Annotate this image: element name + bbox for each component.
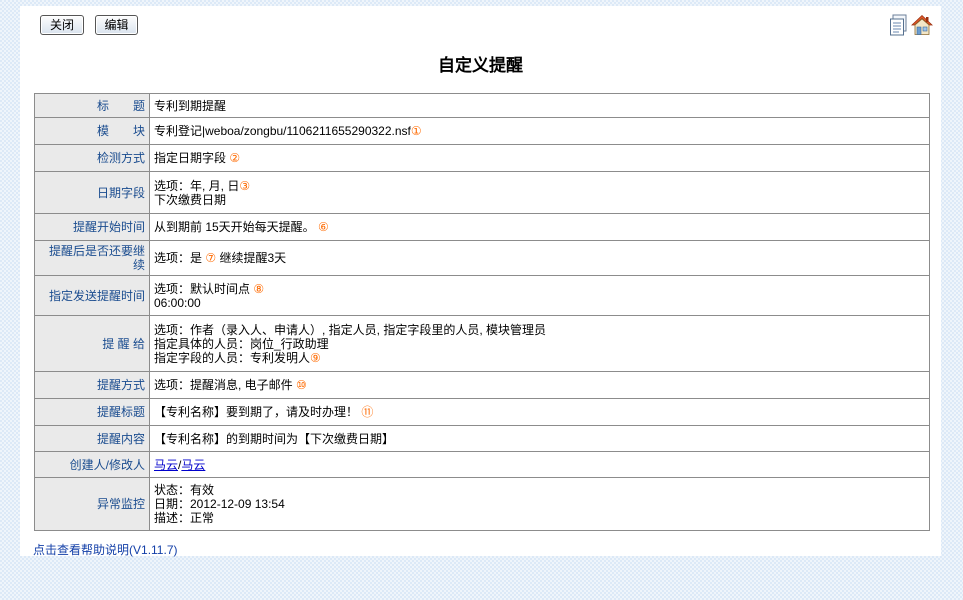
monitor-status: 状态：有效: [154, 483, 215, 497]
value-module: 专利登记|weboa/zongbu/1106211655290322.nsf①: [149, 117, 930, 145]
remind-num: ⑨: [310, 350, 321, 365]
send-time-option: 选项：默认时间点: [154, 281, 251, 296]
date-field-options: 选项：年, 月, 日: [154, 178, 240, 193]
label-monitor: 异常监控: [34, 477, 150, 531]
row-title: 标 题 专利到期提醒: [34, 93, 930, 118]
continue-num: ⑦: [205, 251, 217, 265]
label-title: 标 题: [34, 93, 150, 118]
label-method: 提醒方式: [34, 371, 150, 399]
top-right-icons: [889, 14, 933, 36]
detect-num: ②: [229, 151, 241, 165]
value-start-time: 从到期前 15天开始每天提醒。 ⑥: [149, 213, 930, 241]
value-continue: 选项：是 ⑦ 继续提醒3天: [149, 240, 930, 276]
send-time-num: ⑧: [253, 281, 265, 296]
value-send-time: 选项：默认时间点 ⑧ 06:00:00: [149, 275, 930, 316]
value-remind-to: 选项：作者（录入人、申请人）, 指定人员, 指定字段里的人员, 模块管理员 指定…: [149, 315, 930, 372]
module-text: 专利登记|weboa/zongbu/1106211655290322.nsf: [154, 124, 411, 138]
value-content: 【专利名称】的到期时间为【下次缴费日期】: [149, 425, 930, 452]
detect-text: 指定日期字段: [154, 151, 227, 165]
row-monitor: 异常监控 状态：有效 日期：2012-12-09 13:54 描述：正常: [34, 477, 930, 531]
remind-field-people: 指定字段的人员：专利发明人: [154, 350, 311, 365]
value-detect: 指定日期字段 ②: [149, 144, 930, 172]
version-text: (V1.11.7): [129, 543, 178, 557]
remind-options: 选项：作者（录入人、申请人）, 指定人员, 指定字段里的人员, 模块管理员: [154, 322, 547, 337]
row-method: 提醒方式 选项：提醒消息, 电子邮件 ⑩: [34, 371, 930, 399]
detail-table: 标 题 专利到期提醒 模 块 专利登记|weboa/zongbu/1106211…: [34, 93, 930, 531]
label-date-field: 日期字段: [34, 171, 150, 214]
row-date-field: 日期字段 选项：年, 月, 日③ 下次缴费日期: [34, 171, 930, 214]
page-title: 自定义提醒: [438, 56, 523, 75]
subject-text: 【专利名称】要到期了，请及时办理！: [154, 405, 359, 419]
date-field-num: ③: [239, 178, 251, 193]
value-monitor: 状态：有效 日期：2012-12-09 13:54 描述：正常: [149, 477, 930, 531]
row-subject: 提醒标题 【专利名称】要到期了，请及时办理！ ⑪: [34, 398, 930, 426]
monitor-date: 日期：2012-12-09 13:54: [154, 497, 285, 511]
creator-link[interactable]: 马云: [154, 458, 178, 472]
row-content: 提醒内容 【专利名称】的到期时间为【下次缴费日期】: [34, 425, 930, 452]
close-button[interactable]: 关闭: [40, 15, 84, 35]
home-icon[interactable]: [911, 14, 933, 36]
help-link[interactable]: 点击查看帮助说明(V1.11.7): [33, 541, 177, 558]
module-num: ①: [410, 124, 422, 138]
start-time-num: ⑥: [318, 220, 329, 234]
date-field-name: 下次缴费日期: [154, 192, 227, 207]
method-text: 选项：提醒消息, 电子邮件: [154, 378, 293, 392]
document-icon[interactable]: [889, 14, 909, 36]
value-method: 选项：提醒消息, 电子邮件 ⑩: [149, 371, 930, 399]
row-detect: 检测方式 指定日期字段 ②: [34, 144, 930, 172]
label-continue: 提醒后是否还要继续: [34, 240, 150, 276]
subject-num: ⑪: [361, 405, 374, 419]
main-panel: 关闭 编辑 自定义提醒 标 题 专利到期提醒 模 块 专利登记|weboa/zo…: [20, 6, 941, 558]
modifier-link[interactable]: 马云: [181, 458, 205, 472]
row-start-time: 提醒开始时间 从到期前 15天开始每天提醒。 ⑥: [34, 213, 930, 241]
value-title: 专利到期提醒: [149, 93, 930, 118]
value-subject: 【专利名称】要到期了，请及时办理！ ⑪: [149, 398, 930, 426]
row-send-time: 指定发送提醒时间 选项：默认时间点 ⑧ 06:00:00: [34, 275, 930, 316]
label-subject: 提醒标题: [34, 398, 150, 426]
label-detect: 检测方式: [34, 144, 150, 172]
continue-days: 继续提醒3天: [219, 251, 287, 265]
value-creator: 马云/马云: [149, 451, 930, 478]
label-send-time: 指定发送提醒时间: [34, 275, 150, 316]
method-num: ⑩: [296, 378, 307, 392]
value-date-field: 选项：年, 月, 日③ 下次缴费日期: [149, 171, 930, 214]
label-content: 提醒内容: [34, 425, 150, 452]
row-module: 模 块 专利登记|weboa/zongbu/1106211655290322.n…: [34, 117, 930, 145]
edit-button[interactable]: 编辑: [95, 15, 138, 35]
row-continue: 提醒后是否还要继续 选项：是 ⑦ 继续提醒3天: [34, 240, 930, 276]
label-module: 模 块: [34, 117, 150, 145]
label-remind-to: 提 醒 给: [34, 315, 150, 372]
start-time-text: 从到期前 15天开始每天提醒。: [154, 220, 315, 234]
label-creator: 创建人/修改人: [34, 451, 150, 478]
row-remind-to: 提 醒 给 选项：作者（录入人、申请人）, 指定人员, 指定字段里的人员, 模块…: [34, 315, 930, 372]
send-time-value: 06:00:00: [154, 295, 201, 310]
remind-specific: 指定具体的人员：岗位_行政助理: [154, 336, 329, 351]
row-creator: 创建人/修改人 马云/马云: [34, 451, 930, 478]
monitor-desc: 描述：正常: [154, 511, 215, 525]
help-text[interactable]: 点击查看帮助说明: [33, 543, 129, 557]
label-start-time: 提醒开始时间: [34, 213, 150, 241]
continue-option: 选项：是: [154, 251, 203, 265]
